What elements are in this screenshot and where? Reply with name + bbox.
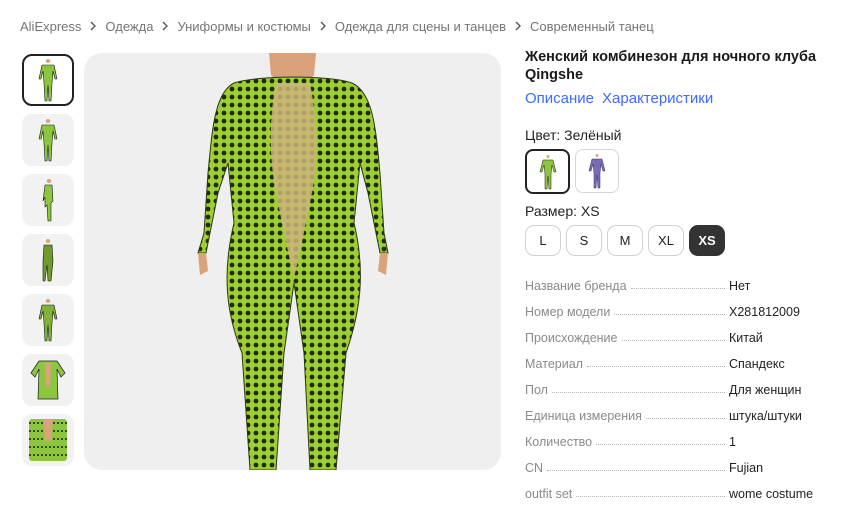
thumbnail-3[interactable] <box>22 174 74 226</box>
spec-value: Спандекс <box>729 357 785 371</box>
spec-key: outfit set <box>525 487 573 501</box>
breadcrumb-aliexpress[interactable]: AliExpress <box>20 19 81 34</box>
chevron-right-icon <box>87 20 99 32</box>
spec-key: Номер модели <box>525 305 611 319</box>
spec-leader-dots <box>551 392 725 393</box>
spec-row: Количество 1 <box>525 423 825 449</box>
breadcrumb-clothing[interactable]: Одежда <box>105 19 153 34</box>
spec-row: CN Fujian <box>525 449 825 475</box>
thumbnail-1[interactable] <box>22 54 74 106</box>
color-label: Цвет: Зелёный <box>525 127 622 143</box>
spec-value: штука/штуки <box>729 409 802 423</box>
spec-value: Fujian <box>729 461 764 475</box>
spec-key: Название бренда <box>525 279 627 293</box>
spec-key: Происхождение <box>525 331 618 345</box>
spec-leader-dots <box>645 418 725 419</box>
spec-leader-dots <box>630 288 725 289</box>
thumbnail-4[interactable] <box>22 234 74 286</box>
color-swatch-purple[interactable] <box>575 149 619 193</box>
spec-key: Единица измерения <box>525 409 642 423</box>
size-option-l[interactable]: L <box>525 225 561 256</box>
specifications-list: Название бренда Нет Номер модели X28181200… <box>525 267 825 501</box>
chevron-right-icon <box>512 20 524 32</box>
tab-characteristics[interactable]: Характеристики <box>602 90 713 107</box>
spec-leader-dots <box>547 470 725 471</box>
spec-key: Материал <box>525 357 583 371</box>
color-options <box>525 149 835 194</box>
spec-row: Пол Для женщин <box>525 371 825 397</box>
spec-leader-dots <box>576 496 725 497</box>
spec-leader-dots <box>614 314 725 315</box>
size-option-m[interactable]: M <box>607 225 643 256</box>
breadcrumb: AliExpress Одежда Униформы и костюмы Оде… <box>20 17 654 35</box>
spec-value: X281812009 <box>729 305 800 319</box>
product-tabs: Описание Характеристики <box>525 90 835 107</box>
tab-description[interactable]: Описание <box>525 90 594 107</box>
size-option-s[interactable]: S <box>566 225 602 256</box>
size-option-xl[interactable]: XL <box>648 225 684 256</box>
thumbnail-2[interactable] <box>22 114 74 166</box>
breadcrumb-stage-clothing[interactable]: Одежда для сцены и танцев <box>335 19 506 34</box>
thumbnail-gallery <box>22 54 74 474</box>
product-info: Женский комбинезон для ночного клуба Qin… <box>525 48 835 501</box>
thumbnail-5[interactable] <box>22 294 74 346</box>
size-option-xs[interactable]: XS <box>689 225 725 256</box>
spec-value: Для женщин <box>729 383 802 397</box>
spec-row: Материал Спандекс <box>525 345 825 371</box>
spec-row: Единица измерения штука/штуки <box>525 397 825 423</box>
breadcrumb-uniforms[interactable]: Униформы и костюмы <box>177 19 310 34</box>
size-label: Размер: XS <box>525 203 600 219</box>
breadcrumb-modern-dance[interactable]: Современный танец <box>530 19 654 34</box>
spec-key: Количество <box>525 435 593 449</box>
spec-row: Номер модели X281812009 <box>525 293 825 319</box>
spec-value: 1 <box>729 435 736 449</box>
spec-value: Нет <box>729 279 751 293</box>
spec-key: Пол <box>525 383 548 397</box>
chevron-right-icon <box>317 20 329 32</box>
spec-leader-dots <box>621 340 725 341</box>
green-jumpsuit-icon <box>539 154 556 189</box>
spec-leader-dots <box>586 366 725 367</box>
spec-row: Название бренда Нет <box>525 267 825 293</box>
color-swatch-green[interactable] <box>525 149 570 194</box>
chevron-right-icon <box>159 20 171 32</box>
spec-leader-dots <box>596 444 725 445</box>
spec-value: wome costume <box>729 487 814 501</box>
thumbnail-7[interactable] <box>22 414 74 466</box>
thumbnail-6[interactable] <box>22 354 74 406</box>
product-title: Женский комбинезон для ночного клуба Qin… <box>525 49 817 83</box>
purple-jumpsuit-icon <box>588 154 606 189</box>
product-main-image[interactable] <box>84 53 501 470</box>
spec-row: outfit set wome costume <box>525 475 825 501</box>
spec-value: Китай <box>729 331 763 345</box>
spec-row: Происхождение Китай <box>525 319 825 345</box>
size-options: L S M XL XS <box>525 225 835 256</box>
spec-key: CN <box>525 461 544 475</box>
